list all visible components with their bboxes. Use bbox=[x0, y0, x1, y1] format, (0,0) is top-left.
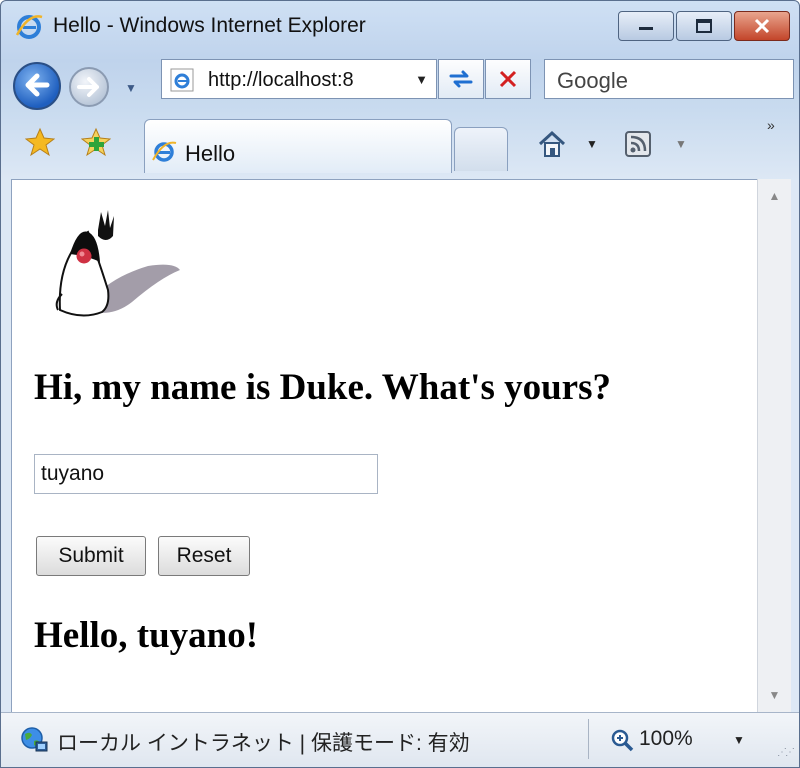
magnifier-icon bbox=[611, 729, 634, 752]
vertical-scrollbar[interactable]: ▲ ▼ bbox=[757, 179, 791, 712]
zoom-dropdown-icon[interactable]: ▼ bbox=[733, 733, 745, 747]
back-arrow-icon bbox=[25, 73, 50, 97]
search-box[interactable]: Google bbox=[544, 59, 794, 99]
zoom-level[interactable]: 100% bbox=[639, 727, 693, 751]
maximize-button[interactable] bbox=[676, 11, 732, 41]
tab-hello[interactable]: Hello bbox=[144, 119, 452, 173]
stop-button[interactable] bbox=[485, 59, 531, 99]
home-icon bbox=[538, 130, 566, 157]
rss-icon bbox=[625, 131, 651, 157]
security-zone-text[interactable]: ローカル イントラネット | 保護モード: 有効 bbox=[57, 727, 470, 757]
refresh-icon bbox=[449, 70, 473, 88]
page-heading: Hi, my name is Duke. What's yours? bbox=[34, 367, 611, 408]
add-to-favorites-button[interactable] bbox=[79, 125, 113, 159]
new-tab-button[interactable] bbox=[454, 127, 508, 171]
status-divider bbox=[588, 719, 589, 759]
tab-label: Hello bbox=[185, 141, 236, 166]
home-button[interactable]: ▼ bbox=[536, 127, 598, 161]
recent-pages-dropdown-icon[interactable]: ▼ bbox=[125, 81, 137, 95]
globe-icon bbox=[21, 727, 48, 752]
duke-mascot-icon bbox=[55, 210, 180, 317]
reset-button[interactable]: Reset bbox=[158, 536, 250, 576]
favorites-center-button[interactable] bbox=[23, 125, 57, 159]
tab-ie-icon bbox=[152, 141, 177, 162]
feeds-button[interactable]: ▼ bbox=[623, 127, 687, 161]
resize-grip-icon[interactable]: ⋰⋰ bbox=[777, 747, 795, 758]
back-button[interactable] bbox=[13, 62, 61, 110]
name-input[interactable] bbox=[34, 454, 378, 494]
more-commands-chevron-icon[interactable]: » bbox=[767, 117, 775, 133]
stop-icon bbox=[499, 70, 517, 88]
address-dropdown-icon[interactable]: ▼ bbox=[415, 72, 428, 87]
forward-button[interactable] bbox=[69, 67, 109, 107]
minimize-button[interactable] bbox=[618, 11, 674, 41]
close-icon bbox=[754, 18, 770, 34]
add-favorite-icon bbox=[81, 127, 111, 157]
page-content: Hi, my name is Duke. What's yours? Submi… bbox=[11, 179, 757, 712]
close-button[interactable] bbox=[734, 11, 790, 41]
greeting-heading: Hello, tuyano! bbox=[34, 615, 259, 656]
scroll-up-arrow-icon[interactable]: ▲ bbox=[758, 179, 791, 213]
tab-bar: Hello ▼ ▼ » bbox=[1, 111, 799, 179]
ie-window: Hello - Windows Internet Explorer ▼ http… bbox=[0, 0, 800, 768]
refresh-button[interactable] bbox=[438, 59, 484, 99]
title-bar: Hello - Windows Internet Explorer bbox=[1, 1, 799, 53]
address-url: http://localhost:8 bbox=[208, 69, 354, 91]
search-placeholder: Google bbox=[557, 68, 628, 93]
scroll-down-arrow-icon[interactable]: ▼ bbox=[758, 678, 791, 712]
page-ie-icon bbox=[170, 68, 194, 92]
window-title: Hello - Windows Internet Explorer bbox=[53, 14, 366, 37]
maximize-icon bbox=[696, 19, 712, 33]
star-icon bbox=[25, 127, 55, 157]
status-bar: ローカル イントラネット | 保護モード: 有効 100% ▼ ⋰⋰ bbox=[1, 712, 799, 767]
minimize-icon bbox=[639, 27, 653, 30]
forward-arrow-icon bbox=[77, 77, 99, 97]
submit-button[interactable]: Submit bbox=[36, 536, 146, 576]
home-dropdown-icon[interactable]: ▼ bbox=[586, 137, 598, 151]
ie-icon bbox=[15, 15, 43, 39]
address-bar[interactable]: http://localhost:8 ▼ bbox=[161, 59, 437, 99]
feeds-dropdown-icon[interactable]: ▼ bbox=[675, 137, 687, 151]
